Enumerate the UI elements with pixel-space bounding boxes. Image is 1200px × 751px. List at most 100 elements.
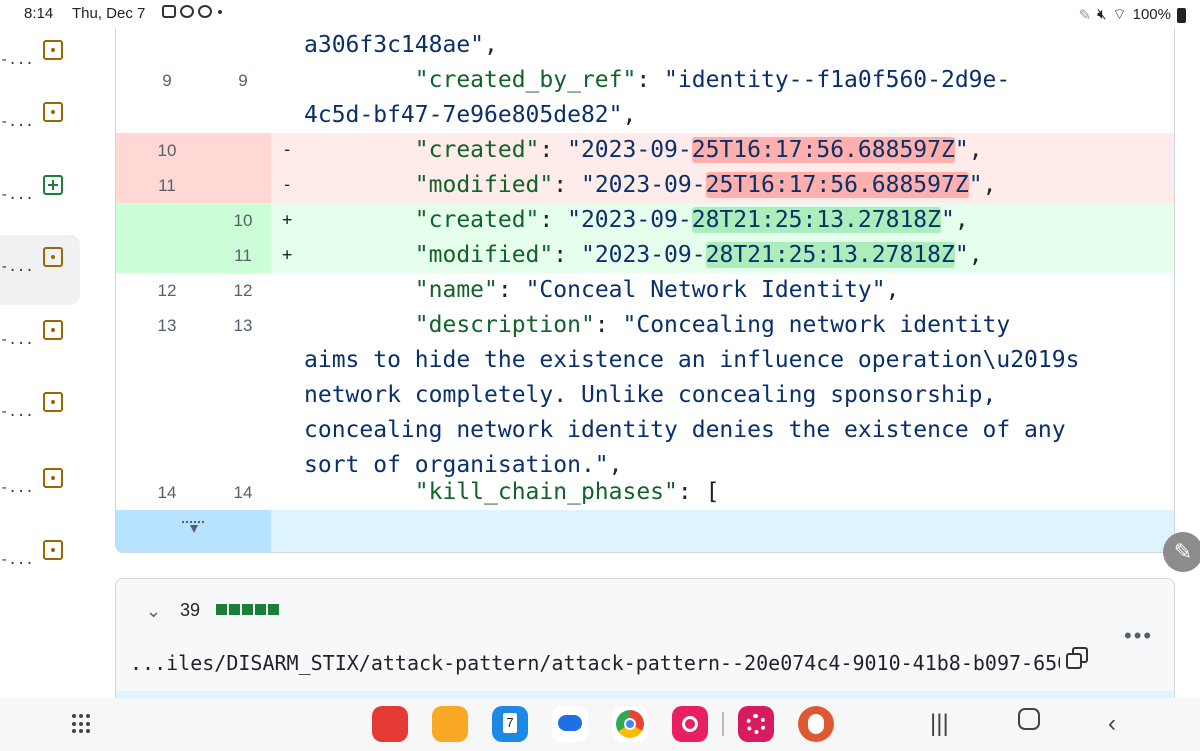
recents-button[interactable]: ||| <box>930 710 949 738</box>
app-icon-calendar[interactable]: 7 <box>492 706 528 742</box>
chevron-down-icon[interactable]: ⌄ <box>146 601 161 622</box>
tree-item[interactable]: -... <box>0 235 80 305</box>
app-icon-duckduckgo[interactable] <box>798 706 834 742</box>
edit-fab[interactable]: ✎ <box>1163 532 1200 572</box>
copy-icon[interactable] <box>1066 647 1088 669</box>
old-line-number[interactable]: 11 <box>128 168 206 203</box>
tree-item[interactable]: -... <box>0 528 80 598</box>
old-line-number[interactable]: 14 <box>128 475 206 510</box>
expand-gutter[interactable] <box>116 510 271 552</box>
code-text: "modified": "2023-09-25T16:17:56.688597Z… <box>304 168 996 203</box>
dock-divider <box>722 712 724 736</box>
code-token: network completely. Unlike concealing sp… <box>304 382 997 408</box>
app-icon-gallery[interactable] <box>738 706 774 742</box>
new-line-number[interactable]: 14 <box>204 475 282 510</box>
diff-line-deleted: 11 - "modified": "2023-09-25T16:17:56.688… <box>116 168 1174 203</box>
code-token: "2023-09- <box>567 207 692 233</box>
diff-line: aims to hide the existence an influence … <box>116 343 1174 378</box>
tree-item-label: -... <box>0 114 34 130</box>
file-modified-icon <box>43 468 63 488</box>
code-token: , <box>622 102 637 128</box>
code-token: , <box>954 207 969 233</box>
code-token: a306f3c148ae" <box>304 32 485 58</box>
changed-text: 28T21:25:13.27818Z <box>705 242 955 268</box>
code-token: , <box>885 277 900 303</box>
tree-item[interactable]: -... <box>0 456 80 526</box>
diff-view: a306f3c148ae", 9 9 "created_by_ref": "iden… <box>115 28 1175 553</box>
json-key: "kill_chain_phases" <box>414 479 678 505</box>
file-modified-icon <box>43 102 63 122</box>
new-line-number[interactable]: 13 <box>204 308 282 343</box>
code-token: , <box>968 137 983 163</box>
code-token: " <box>968 172 983 198</box>
gallery-icon <box>162 5 176 18</box>
code-text: "created_by_ref": "identity--f1a0f560-2d… <box>304 63 1010 98</box>
old-line-number[interactable]: 12 <box>128 273 206 308</box>
tree-item[interactable]: -... <box>0 380 80 450</box>
tree-item-label: -... <box>0 52 34 68</box>
file-modified-icon <box>43 320 63 340</box>
app-drawer-icon[interactable] <box>72 714 92 734</box>
new-line-number[interactable]: 10 <box>204 203 282 238</box>
expand-down-icon[interactable] <box>182 521 204 541</box>
code-token: : <box>553 242 581 268</box>
app-icon-chrome[interactable] <box>612 706 648 742</box>
changed-text: 28T21:25:13.27818Z <box>691 207 941 233</box>
app-icon-red[interactable] <box>372 706 408 742</box>
code-token: , <box>968 242 983 268</box>
tree-item[interactable]: -... <box>0 90 80 160</box>
app-icon-messages[interactable] <box>552 706 588 742</box>
status-bar: 8:14 Thu, Dec 7 ✎ 🔇︎ ⌔ 100% <box>0 0 1200 28</box>
old-line-number[interactable]: 10 <box>128 133 206 168</box>
code-token: "Concealing network identity <box>622 312 1011 338</box>
tree-item[interactable]: -... <box>0 163 80 233</box>
expand-row[interactable] <box>116 510 1174 552</box>
tree-item[interactable]: -... <box>0 308 80 378</box>
code-token: "identity--f1a0f560-2d9e- <box>664 67 1011 93</box>
diffstat-bars <box>216 604 279 615</box>
changed-text: 25T16:17:56.688597Z <box>705 172 969 198</box>
status-right: ✎ 🔇︎ ⌔ 100% <box>1078 5 1186 24</box>
code-text: aims to hide the existence an influence … <box>304 343 1079 378</box>
code-token: " <box>954 242 969 268</box>
system-nav-bar: 7 ||| ‹ <box>0 698 1200 751</box>
json-key: "created_by_ref" <box>414 67 637 93</box>
new-line-number[interactable]: 9 <box>204 63 282 98</box>
diff-line: 14 14 "kill_chain_phases": [ <box>116 475 1174 510</box>
back-button[interactable]: ‹ <box>1108 710 1116 738</box>
code-text: "modified": "2023-09-28T21:25:13.27818Z"… <box>304 238 983 273</box>
file-path[interactable]: ...iles/DISARM_STIX/attack-pattern/attac… <box>130 651 1060 675</box>
old-line-number[interactable]: 9 <box>128 63 206 98</box>
json-key: "created" <box>414 137 540 163</box>
tree-item-label: -... <box>0 480 34 496</box>
more-notifications-icon <box>218 9 222 14</box>
calendar-day: 7 <box>503 713 517 733</box>
code-token: 4c5d-bf47-7e96e805de82" <box>304 102 623 128</box>
code-text: "kill_chain_phases": [ <box>304 475 720 510</box>
tree-item[interactable]: -... <box>0 28 80 98</box>
file-modified-icon <box>43 392 63 412</box>
app-icon-camera[interactable] <box>672 706 708 742</box>
app-icon-files[interactable] <box>432 706 468 742</box>
new-line-number[interactable]: 12 <box>204 273 282 308</box>
changes-count: 39 <box>180 600 201 620</box>
more-options-button[interactable]: ••• <box>1124 623 1153 649</box>
diff-line-added: 10 + "created": "2023-09-28T21:25:13.2781… <box>116 203 1174 238</box>
json-key: "modified" <box>414 172 554 198</box>
diff-line: 99 "created_by_ref": "identity--f1a0f560… <box>116 63 1174 98</box>
home-button[interactable] <box>1018 708 1040 730</box>
json-key: "name" <box>414 277 498 303</box>
file-modified-icon <box>43 540 63 560</box>
code-token: "2023-09- <box>580 172 706 198</box>
code-token: , <box>982 172 997 198</box>
old-line-number[interactable]: 13 <box>128 308 206 343</box>
new-line-number[interactable]: 11 <box>204 238 282 273</box>
code-token: "2023-09- <box>580 242 706 268</box>
json-key: "modified" <box>414 242 554 268</box>
